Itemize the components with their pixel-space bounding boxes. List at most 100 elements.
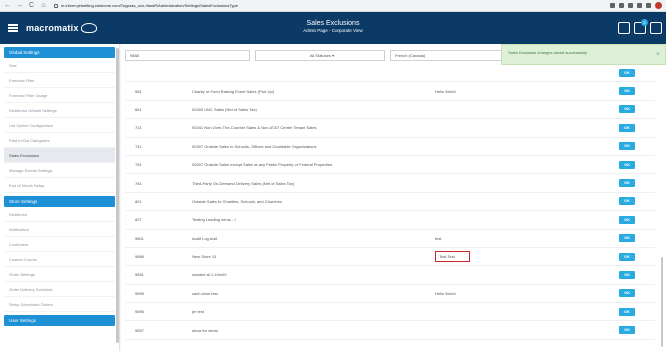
name-cell: show for demo <box>192 327 219 333</box>
name-cell: jer test <box>192 309 205 315</box>
name-cell: created at 1:10m49 <box>192 272 227 278</box>
name-cell: 00907 Outside Sales except Sales at any … <box>192 162 333 168</box>
logo: macromatix <box>26 23 97 33</box>
code-cell: 9801 <box>135 235 144 241</box>
code-cell: 761 <box>135 162 142 168</box>
sidebar-item[interactable]: List Option Configuration <box>4 118 115 133</box>
sidebar-item[interactable]: Custom Counts <box>4 252 115 267</box>
table-row: 661 00400 UNC Sales (Net of Sales Tax) OK <box>125 101 655 120</box>
name-cell: 00307 Outside Sales to Schools, Offices … <box>192 143 317 149</box>
code-cell: 661 <box>135 106 142 112</box>
star-icon[interactable] <box>619 3 624 8</box>
close-icon[interactable]: × <box>656 51 660 58</box>
name-cell: Testing Leading zeros - I <box>192 217 236 223</box>
home-icon[interactable]: ⌂ <box>40 2 47 10</box>
profile-avatar[interactable] <box>655 2 662 9</box>
ok-button[interactable]: OK <box>619 307 635 316</box>
sidebar-scrollbar[interactable] <box>116 48 119 343</box>
sidebar-item[interactable]: End of Month Setup <box>4 178 115 193</box>
extension-icon[interactable] <box>628 3 633 8</box>
user-menu-button[interactable] <box>650 22 662 34</box>
language-select[interactable]: French (Canada) <box>390 50 515 61</box>
sidebar-item[interactable]: Order Settings <box>4 267 115 282</box>
action-cell: OK <box>619 123 635 132</box>
header-actions: 2 <box>618 19 662 34</box>
sidebar-item[interactable]: Forecast Filter Usage <box>4 88 115 103</box>
code-cell: 801 <box>135 198 142 204</box>
status-select[interactable]: All Statuses ▾ <box>255 50 385 61</box>
page-title: Sales Exclusions <box>306 20 360 27</box>
ok-button[interactable]: OK <box>619 326 635 335</box>
page-heading: Sales Exclusions Admin Page - Corporate … <box>0 19 666 34</box>
code-cell: 827 <box>135 217 142 223</box>
notifications-button[interactable]: 2 <box>634 19 648 34</box>
alternate-name-cell: test <box>435 235 442 241</box>
table-row: 781 Third-Party On-Demand Delivery Sales … <box>125 174 655 193</box>
ok-button[interactable]: OK <box>619 160 635 169</box>
ok-button[interactable]: OK <box>619 142 635 151</box>
ok-button[interactable]: OK <box>619 87 635 96</box>
sidebar-item[interactable]: Setup Scheduled Orders <box>4 297 115 312</box>
window-icon[interactable] <box>618 22 630 34</box>
code-search-input[interactable]: 9888 <box>125 50 250 61</box>
share-icon[interactable] <box>610 3 615 8</box>
main-content: 9888 All Statuses ▾ French (Canada) OK 58… <box>121 44 666 351</box>
highlighted-value: Test Test <box>435 251 470 263</box>
name-cell: Outside Sales to Charities, Schools, and… <box>192 198 282 204</box>
ok-button[interactable]: OK <box>619 252 635 261</box>
ok-button[interactable]: OK <box>619 215 635 224</box>
table-row: 761 00907 Outside Sales except Sales at a… <box>125 156 655 175</box>
back-icon[interactable]: ← <box>4 2 11 10</box>
reload-icon[interactable]: C <box>28 2 35 10</box>
sidebar-item[interactable]: Notification <box>4 222 115 237</box>
sidebar-item[interactable]: Paid In/Out Categories <box>4 133 115 148</box>
menu-icon[interactable] <box>8 24 18 32</box>
ok-button[interactable]: OK <box>619 234 635 243</box>
sidebar-item[interactable]: Size <box>4 58 115 73</box>
sidebar-item[interactable]: Order Delivery Schedule <box>4 282 115 297</box>
sidepanel-icon[interactable] <box>646 3 651 8</box>
sidebar: Global Settings Size Forecast Filter Foreca… <box>0 44 120 351</box>
sidebar-item[interactable]: Customers <box>4 237 115 252</box>
app-header: macromatix Sales Exclusions Admin Page -… <box>0 12 666 44</box>
sidebar-heading[interactable]: Global Settings <box>4 47 115 58</box>
code-cell: 9891 <box>135 272 144 278</box>
ok-button[interactable]: OK <box>619 270 635 279</box>
sidebar-item[interactable]: Forecast Filter <box>4 73 115 88</box>
sidebar-heading[interactable]: Store Settings <box>4 196 115 207</box>
action-cell: OK <box>619 179 635 188</box>
sidebar-item[interactable]: Distributor Default Settings <box>4 103 115 118</box>
address-bar[interactable]: m.inform.jetsetting.cbekome.com/Toypass_… <box>52 2 238 10</box>
puzzle-icon[interactable] <box>637 3 642 8</box>
table-row: 721 00341 Non Over-The-Counter Sales & No… <box>125 119 655 138</box>
code-cell: 9896 <box>135 309 144 315</box>
ok-button[interactable]: OK <box>619 179 635 188</box>
page-subtitle: Admin Page - Corporate View <box>303 28 363 33</box>
ok-button[interactable]: OK <box>619 68 635 77</box>
ok-button[interactable]: OK <box>619 123 635 132</box>
main-scrollbar[interactable] <box>661 257 663 347</box>
ok-button[interactable]: OK <box>619 197 635 206</box>
code-cell: 9897 <box>135 327 144 333</box>
sidebar-item[interactable]: Sales Exclusions <box>4 148 115 163</box>
sidebar-item[interactable]: Manage Events Settings <box>4 163 115 178</box>
action-cell: OK <box>619 142 635 151</box>
sidebar-item[interactable]: Distributor <box>4 207 115 222</box>
table-row: 581 Charity or Fund Raising Event Sales (… <box>125 82 655 101</box>
table-row: 741 00307 Outside Sales to Schools, Offic… <box>125 138 655 156</box>
action-cell: OK <box>619 234 635 243</box>
url-text: m.inform.jetsetting.cbekome.com/Toypass_… <box>61 3 238 8</box>
action-cell: OK <box>619 270 635 279</box>
code-cell: 9888 <box>135 254 144 260</box>
table-row: 9897 show for demo OK <box>125 321 655 340</box>
action-cell: OK <box>619 87 635 96</box>
forward-icon[interactable]: → <box>16 2 23 10</box>
name-cell: Audit Log Add <box>192 235 217 241</box>
alternate-name-cell: Test Test <box>402 251 602 263</box>
action-cell: OK <box>619 326 635 335</box>
ok-button[interactable]: OK <box>619 105 635 114</box>
alternate-name-cell: Hello World <box>435 88 456 94</box>
sidebar-heading[interactable]: User Settings <box>4 315 115 326</box>
ok-button[interactable]: OK <box>619 289 635 298</box>
action-cell: OK <box>619 105 635 114</box>
